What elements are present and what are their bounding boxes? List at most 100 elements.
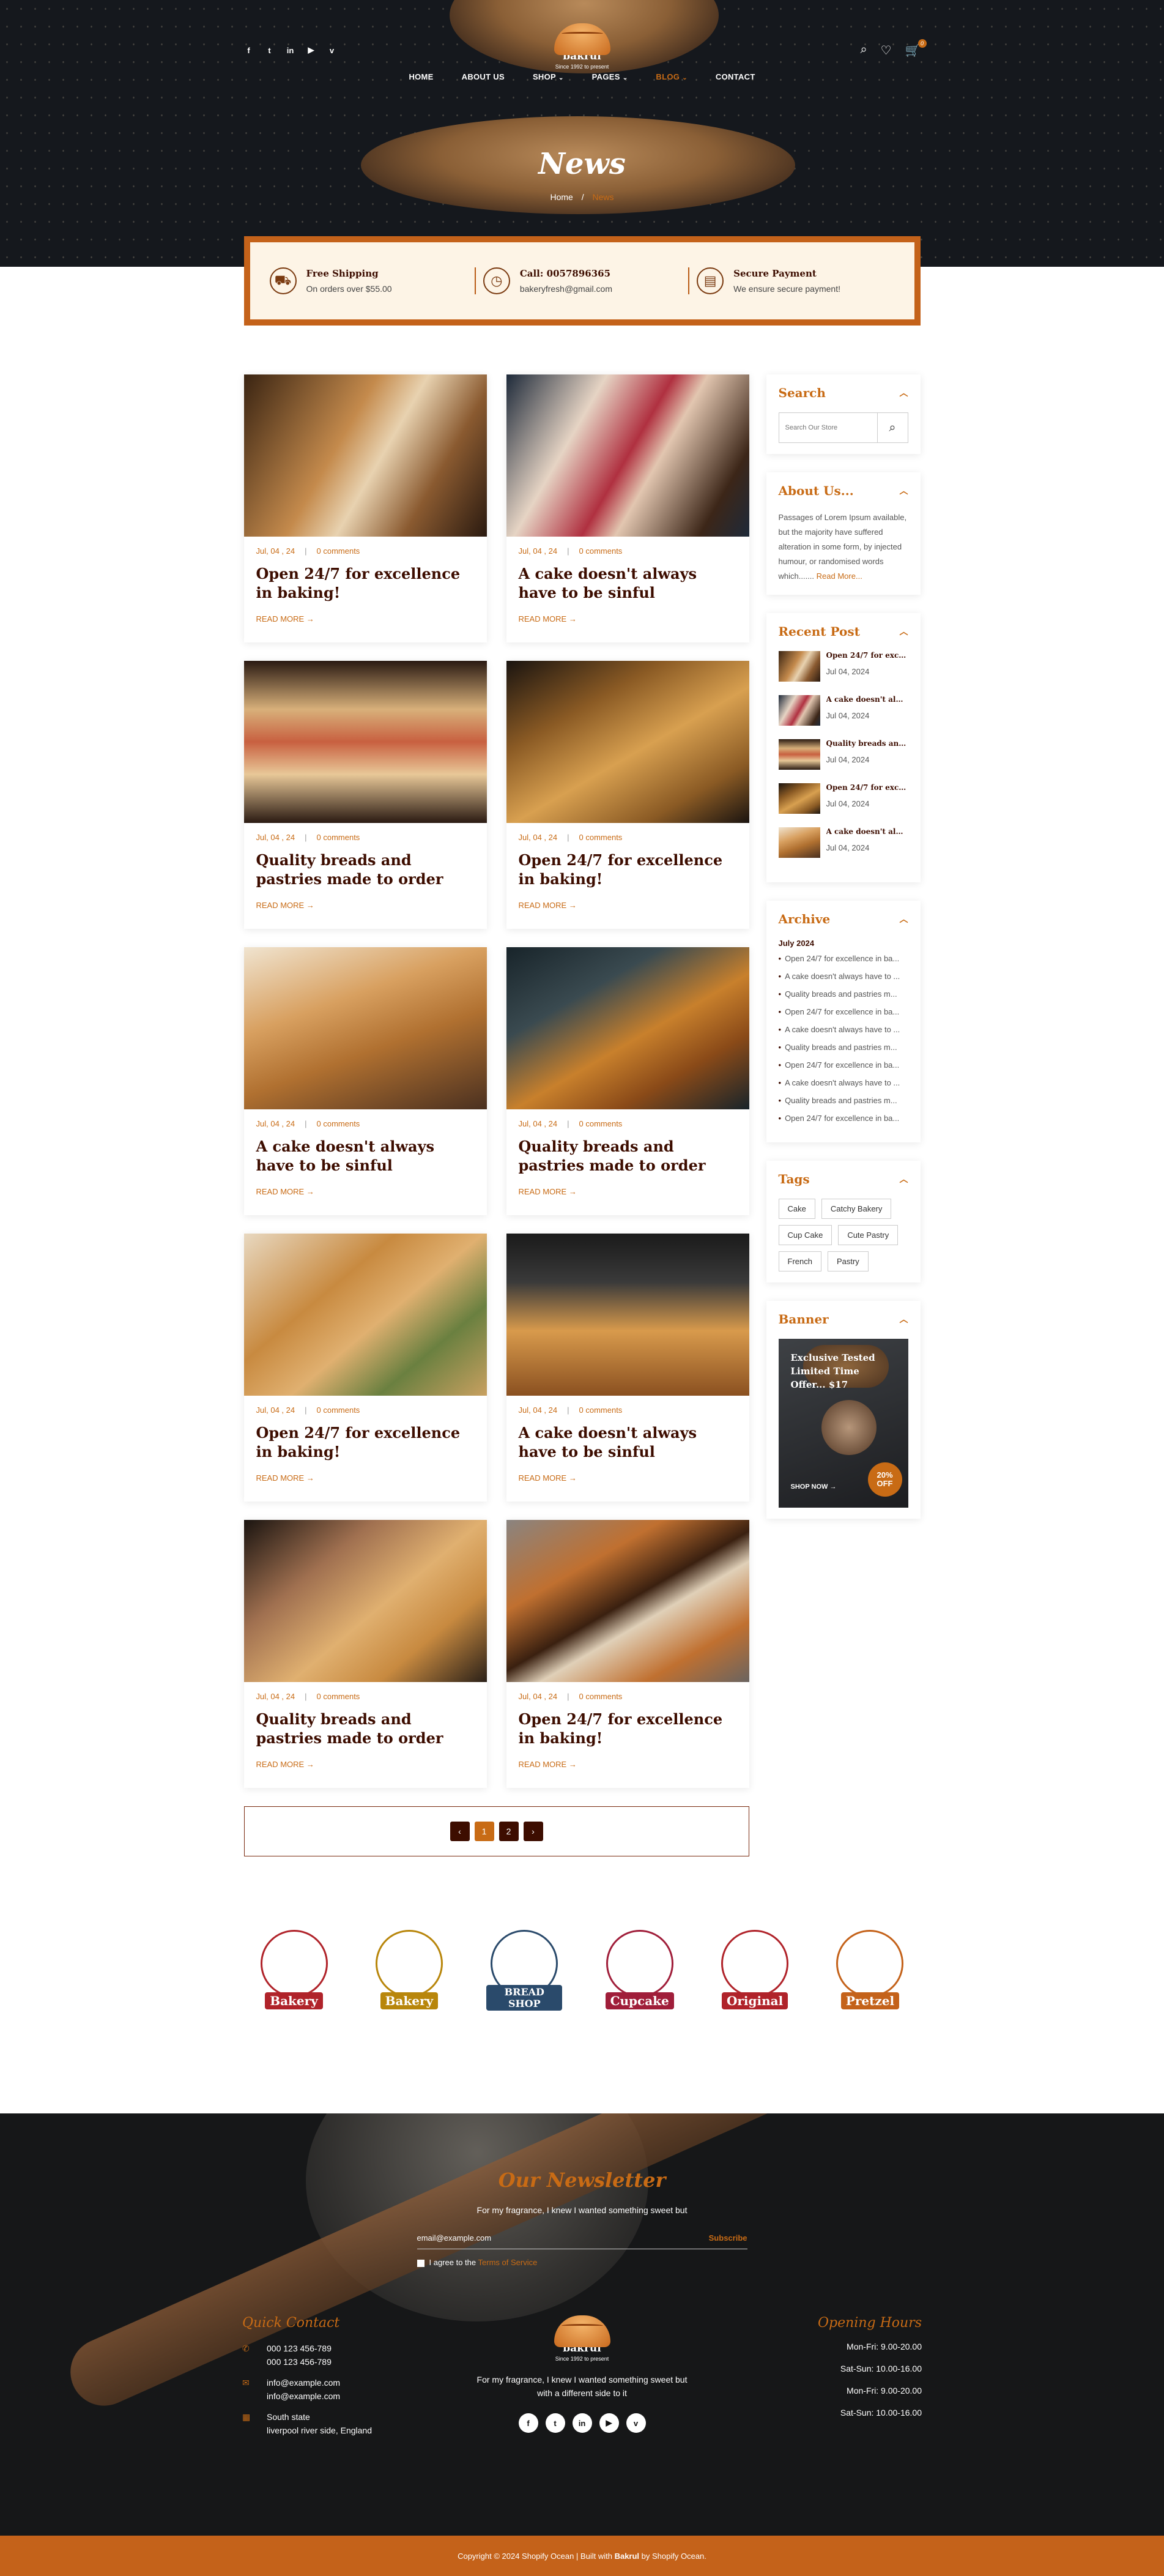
- facebook-icon[interactable]: f: [244, 45, 254, 55]
- heart-icon[interactable]: ♡: [881, 43, 892, 58]
- post-title[interactable]: A cake doesn't always have to be sinful: [519, 564, 737, 602]
- post-title[interactable]: A cake doesn't always have to be sinful: [519, 1423, 737, 1461]
- chevron-up-icon[interactable]: ︿: [900, 625, 908, 638]
- nav-item-home[interactable]: HOME: [409, 72, 433, 81]
- archive-item[interactable]: A cake doesn't always have to ...: [779, 972, 908, 981]
- read-more-link[interactable]: READ MORE →: [519, 1473, 737, 1483]
- archive-item[interactable]: Open 24/7 for excellence in ba...: [779, 1060, 908, 1070]
- promo-banner[interactable]: Exclusive Tested Limited Time Offer... $…: [778, 1339, 908, 1508]
- read-more-link[interactable]: READ MORE →: [519, 901, 737, 910]
- chevron-up-icon[interactable]: ︿: [900, 1173, 908, 1185]
- twitter-icon[interactable]: t: [545, 2413, 565, 2433]
- about-read-more-link[interactable]: Read More...: [817, 571, 862, 581]
- pagination-next-button[interactable]: ›: [523, 1822, 543, 1841]
- chevron-up-icon[interactable]: ︿: [900, 387, 908, 399]
- phone-1[interactable]: 000 123 456-789: [267, 2342, 332, 2355]
- post-image[interactable]: [506, 1520, 749, 1682]
- pagination-page-1[interactable]: 1: [474, 1822, 494, 1841]
- archive-item[interactable]: A cake doesn't always have to ...: [779, 1025, 908, 1034]
- post-comments[interactable]: 0 comments: [317, 833, 360, 842]
- vimeo-icon[interactable]: v: [327, 45, 337, 55]
- site-logo[interactable]: bakrul Since 1992 to present: [549, 23, 616, 70]
- facebook-icon[interactable]: f: [518, 2413, 538, 2433]
- phone-2[interactable]: 000 123 456-789: [267, 2355, 332, 2369]
- post-title[interactable]: Open 24/7 for excellence in baking!: [256, 1423, 475, 1461]
- recent-post-item[interactable]: Quality breads and p... Jul 04, 2024: [778, 739, 908, 770]
- search-icon[interactable]: ⌕: [860, 43, 867, 58]
- nav-item-contact[interactable]: CONTACT: [716, 72, 755, 81]
- archive-item[interactable]: Open 24/7 for excellence in ba...: [779, 1114, 908, 1123]
- cart-icon[interactable]: 🛒 0: [905, 39, 927, 58]
- read-more-link[interactable]: READ MORE →: [519, 1187, 737, 1196]
- read-more-link[interactable]: READ MORE →: [256, 1187, 475, 1196]
- tag-chip[interactable]: Cup Cake: [778, 1225, 832, 1245]
- vimeo-icon[interactable]: v: [626, 2413, 646, 2433]
- breadcrumb-home[interactable]: Home: [550, 192, 573, 202]
- tag-chip[interactable]: Pastry: [827, 1251, 869, 1271]
- post-image[interactable]: [243, 1520, 487, 1682]
- nav-item-about-us[interactable]: ABOUT US: [462, 72, 505, 81]
- tag-chip[interactable]: Cute Pastry: [838, 1225, 899, 1245]
- post-image[interactable]: [243, 947, 487, 1109]
- terms-checkbox[interactable]: [417, 2259, 424, 2267]
- post-comments[interactable]: 0 comments: [579, 546, 623, 556]
- post-comments[interactable]: 0 comments: [579, 1119, 623, 1128]
- post-title[interactable]: Open 24/7 for excellence in baking!: [256, 564, 475, 602]
- archive-item[interactable]: Quality breads and pastries m...: [779, 989, 908, 999]
- archive-month[interactable]: July 2024: [779, 939, 908, 948]
- recent-post-item[interactable]: A cake doesn't alwa... Jul 04, 2024: [778, 695, 908, 726]
- nav-item-shop[interactable]: SHOP ⌄: [533, 72, 564, 81]
- footer-logo[interactable]: bakrul Since 1992 to present: [549, 2315, 616, 2362]
- search-button[interactable]: ⌕: [877, 412, 908, 443]
- post-comments[interactable]: 0 comments: [317, 1692, 360, 1701]
- read-more-link[interactable]: READ MORE →: [256, 614, 475, 624]
- tag-chip[interactable]: Catchy Bakery: [821, 1199, 892, 1219]
- chevron-up-icon[interactable]: ︿: [900, 913, 908, 925]
- post-title[interactable]: Open 24/7 for excellence in baking!: [519, 851, 737, 888]
- search-input[interactable]: [778, 412, 878, 443]
- post-comments[interactable]: 0 comments: [579, 833, 623, 842]
- post-comments[interactable]: 0 comments: [317, 1119, 360, 1128]
- youtube-icon[interactable]: ▶: [306, 45, 316, 55]
- archive-item[interactable]: A cake doesn't always have to ...: [779, 1078, 908, 1087]
- copyright-brand[interactable]: Bakrul: [615, 2552, 639, 2561]
- newsletter-email-input[interactable]: email@example.com: [417, 2233, 492, 2243]
- post-title[interactable]: A cake doesn't always have to be sinful: [256, 1137, 475, 1175]
- post-comments[interactable]: 0 comments: [317, 1405, 360, 1415]
- post-title[interactable]: Open 24/7 for excellence in baking!: [519, 1710, 737, 1748]
- nav-item-pages[interactable]: PAGES ⌄: [592, 72, 628, 81]
- post-image[interactable]: [506, 374, 749, 537]
- read-more-link[interactable]: READ MORE →: [256, 901, 475, 910]
- post-image[interactable]: [243, 374, 487, 537]
- post-image[interactable]: [506, 1234, 749, 1396]
- post-title[interactable]: Quality breads and pastries made to orde…: [519, 1137, 737, 1175]
- nav-item-blog[interactable]: BLOG ⌄: [656, 72, 687, 81]
- archive-item[interactable]: Open 24/7 for excellence in ba...: [779, 1007, 908, 1016]
- archive-item[interactable]: Open 24/7 for excellence in ba...: [779, 954, 908, 963]
- post-image[interactable]: [506, 661, 749, 823]
- pagination-page-2[interactable]: 2: [499, 1822, 519, 1841]
- read-more-link[interactable]: READ MORE →: [519, 1760, 737, 1769]
- chevron-up-icon[interactable]: ︿: [900, 1313, 908, 1325]
- archive-item[interactable]: Quality breads and pastries m...: [779, 1096, 908, 1105]
- twitter-icon[interactable]: t: [265, 45, 275, 55]
- recent-post-item[interactable]: Open 24/7 for excell... Jul 04, 2024: [778, 783, 908, 814]
- recent-post-item[interactable]: Open 24/7 for excell... Jul 04, 2024: [778, 651, 908, 682]
- youtube-icon[interactable]: ▶: [599, 2413, 619, 2433]
- terms-link[interactable]: Terms of Service: [478, 2258, 538, 2267]
- tag-chip[interactable]: French: [778, 1251, 821, 1271]
- read-more-link[interactable]: READ MORE →: [519, 614, 737, 624]
- email-2[interactable]: info@example.com: [267, 2389, 340, 2403]
- subscribe-button[interactable]: Subscribe: [709, 2233, 747, 2243]
- post-title[interactable]: Quality breads and pastries made to orde…: [256, 1710, 475, 1748]
- post-image[interactable]: [506, 947, 749, 1109]
- read-more-link[interactable]: READ MORE →: [256, 1760, 475, 1769]
- recent-post-item[interactable]: A cake doesn't alwa... Jul 04, 2024: [778, 827, 908, 858]
- pagination-prev-button[interactable]: ‹: [450, 1822, 470, 1841]
- linkedin-icon[interactable]: in: [286, 45, 295, 55]
- post-image[interactable]: [243, 1234, 487, 1396]
- post-comments[interactable]: 0 comments: [317, 546, 360, 556]
- tag-chip[interactable]: Cake: [778, 1199, 815, 1219]
- chevron-up-icon[interactable]: ︿: [900, 485, 908, 497]
- post-comments[interactable]: 0 comments: [579, 1405, 623, 1415]
